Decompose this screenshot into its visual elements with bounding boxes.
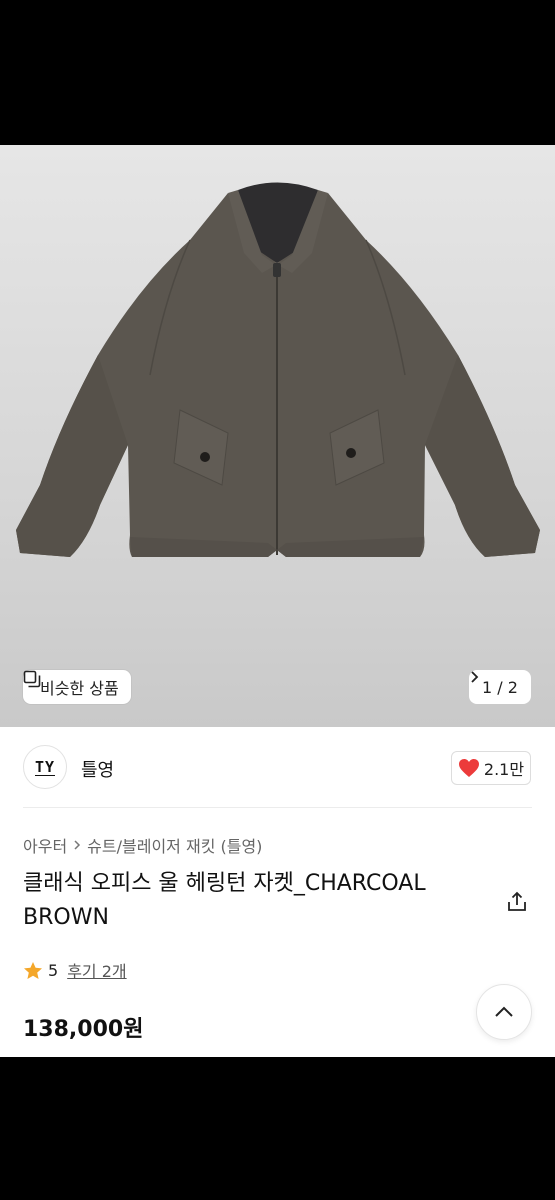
product-image[interactable]: 비슷한 상품 1 / 2 bbox=[0, 145, 555, 727]
chevron-up-icon bbox=[495, 1006, 513, 1017]
share-icon bbox=[508, 891, 526, 911]
rating-row: 5 후기 2개 bbox=[23, 958, 127, 982]
image-pager[interactable]: 1 / 2 bbox=[469, 670, 531, 704]
product-price: 138,000원 bbox=[23, 1017, 144, 1042]
store-name[interactable]: 틀영 bbox=[81, 756, 114, 782]
status-bar-area bbox=[0, 0, 555, 145]
breadcrumb-subcategory[interactable]: 슈트/블레이저 재킷 (틀영) bbox=[87, 833, 262, 857]
product-title: 클래식 오피스 울 헤링턴 자켓_CHARCOAL BROWN bbox=[23, 871, 426, 930]
like-count: 2.1만 bbox=[483, 760, 525, 779]
chevron-right-icon bbox=[471, 671, 479, 683]
breadcrumb: 아우터 슈트/블레이저 재킷 (틀영) bbox=[23, 833, 262, 857]
store-row: TY 틀영 2.1만 bbox=[0, 727, 555, 807]
share-button[interactable] bbox=[505, 890, 529, 914]
pager-text: 1 / 2 bbox=[482, 677, 518, 697]
divider bbox=[23, 807, 532, 808]
breadcrumb-category[interactable]: 아우터 bbox=[23, 833, 67, 857]
chevron-right-icon bbox=[74, 840, 81, 850]
store-logo[interactable]: TY bbox=[23, 745, 67, 789]
rating-score: 5 bbox=[48, 960, 59, 980]
like-button[interactable]: 2.1만 bbox=[451, 751, 531, 785]
product-page: 비슷한 상품 1 / 2 TY 틀영 2.1만 아우터 슈트/블레이저 재킷 (… bbox=[0, 145, 555, 1057]
navigation-bar-area bbox=[0, 1057, 555, 1200]
similar-products-button[interactable]: 비슷한 상품 bbox=[23, 670, 131, 704]
star-icon bbox=[24, 961, 42, 979]
scroll-to-top-button[interactable] bbox=[476, 984, 532, 1040]
jacket-illustration bbox=[16, 182, 540, 557]
reviews-link[interactable]: 후기 2개 bbox=[67, 958, 126, 982]
heart-icon bbox=[458, 759, 479, 777]
similar-products-label: 비슷한 상품 bbox=[40, 679, 119, 698]
